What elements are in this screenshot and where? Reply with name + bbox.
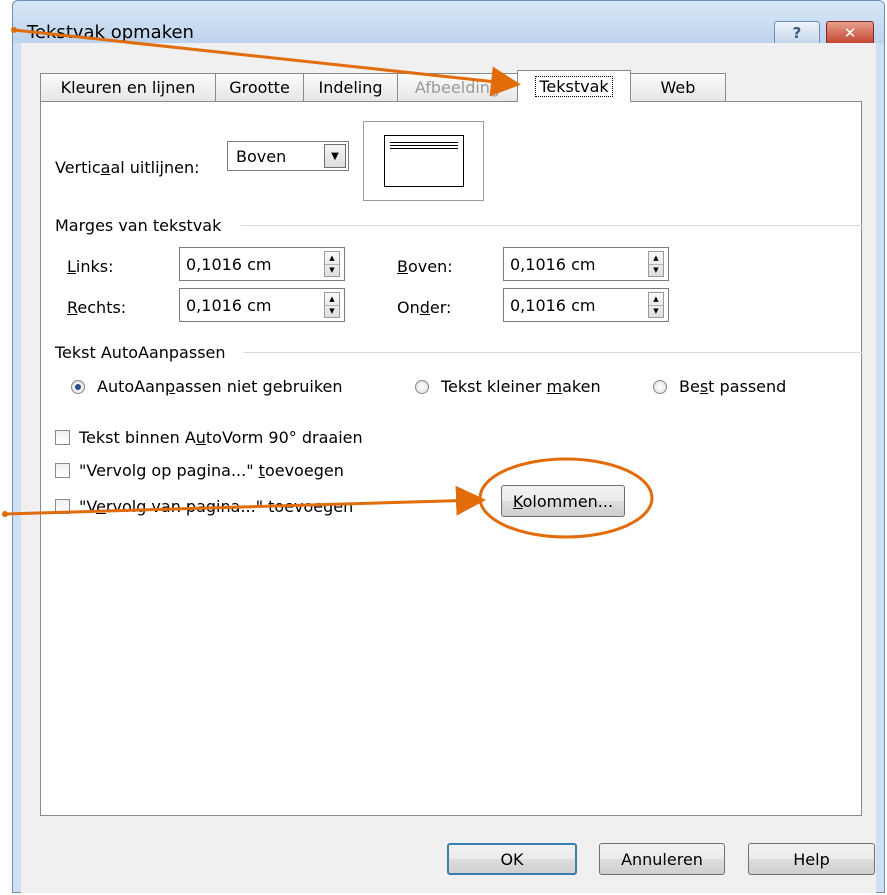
dialog-body: Kleuren en lijnen Grootte Indeling Afbee…: [21, 43, 876, 893]
margin-bottom-label: Onder:: [397, 298, 452, 317]
margin-left-spinner[interactable]: ▲ ▼: [324, 251, 340, 277]
margin-top-input[interactable]: 0,1016 cm ▲ ▼: [503, 247, 669, 281]
radio-shrink-text-label[interactable]: Tekst kleiner maken: [441, 377, 601, 396]
tab-panel-tekstvak: [40, 101, 862, 816]
checkbox-continued-from-label[interactable]: "Vervolg van pagina..." toevoegen: [79, 497, 353, 516]
title-bar[interactable]: Tekstvak opmaken ? ✕: [13, 1, 884, 45]
margin-top-spinner[interactable]: ▲ ▼: [648, 251, 664, 277]
tab-afbeelding: Afbeelding: [397, 73, 518, 101]
arrow-start-dot-bottom: [2, 511, 8, 517]
radio-autofit-off-label[interactable]: AutoAanpassen niet gebruiken: [97, 377, 343, 396]
checkbox-rotate-text-label[interactable]: Tekst binnen AutoVorm 90° draaien: [79, 428, 363, 447]
margin-left-input[interactable]: 0,1016 cm ▲ ▼: [179, 247, 345, 281]
autofit-group-divider: [243, 352, 863, 353]
margin-left-label: Links:: [67, 257, 114, 276]
ok-button[interactable]: OK: [447, 843, 577, 875]
window-title: Tekstvak opmaken: [27, 22, 194, 43]
alignment-preview: [363, 121, 484, 201]
chevron-down-icon[interactable]: ▼: [324, 144, 346, 168]
checkbox-rotate-text[interactable]: [55, 430, 70, 445]
tab-kleuren-en-lijnen[interactable]: Kleuren en lijnen: [40, 73, 216, 101]
radio-best-fit-label[interactable]: Best passend: [679, 377, 786, 396]
radio-autofit-off[interactable]: [71, 380, 85, 394]
checkbox-continued-on[interactable]: [55, 463, 70, 478]
radio-shrink-text[interactable]: [415, 380, 429, 394]
margin-top-label: Boven:: [397, 257, 453, 276]
spin-down-icon: ▼: [653, 266, 659, 274]
columns-button[interactable]: Kolommen...: [501, 485, 625, 517]
tab-tekstvak[interactable]: Tekstvak: [517, 70, 631, 102]
autofit-group-label: Tekst AutoAanpassen: [55, 343, 226, 362]
checkbox-continued-on-label[interactable]: "Vervolg op pagina..." toevoegen: [79, 461, 344, 480]
margin-right-input[interactable]: 0,1016 cm ▲ ▼: [179, 288, 345, 322]
margin-bottom-input[interactable]: 0,1016 cm ▲ ▼: [503, 288, 669, 322]
cancel-button[interactable]: Annuleren: [599, 843, 725, 875]
help-button[interactable]: Help: [748, 843, 875, 875]
dialog-window: Tekstvak opmaken ? ✕ Kleuren en lijnen G…: [12, 0, 885, 893]
tab-indeling[interactable]: Indeling: [303, 73, 398, 101]
vertical-align-value: Boven: [236, 147, 287, 166]
help-title-button[interactable]: ?: [774, 21, 820, 45]
checkbox-continued-from[interactable]: [55, 499, 70, 514]
margin-right-spinner[interactable]: ▲ ▼: [324, 292, 340, 318]
vertical-align-select[interactable]: Boven ▼: [227, 141, 349, 171]
radio-best-fit[interactable]: [653, 380, 667, 394]
spin-down-icon: ▼: [329, 266, 335, 274]
margins-group-label: Marges van tekstvak: [55, 216, 222, 235]
close-icon: ✕: [843, 24, 857, 42]
margin-bottom-spinner[interactable]: ▲ ▼: [648, 292, 664, 318]
tab-web[interactable]: Web: [630, 73, 726, 101]
close-button[interactable]: ✕: [826, 21, 874, 45]
question-icon: ?: [792, 24, 802, 42]
margin-right-label: Rechts:: [67, 298, 127, 317]
vertical-align-label: Verticaal uitlijnen:: [55, 158, 200, 177]
margins-group-divider: [241, 225, 863, 226]
tab-grootte[interactable]: Grootte: [215, 73, 304, 101]
spin-down-icon: ▼: [653, 307, 659, 315]
spin-down-icon: ▼: [329, 307, 335, 315]
